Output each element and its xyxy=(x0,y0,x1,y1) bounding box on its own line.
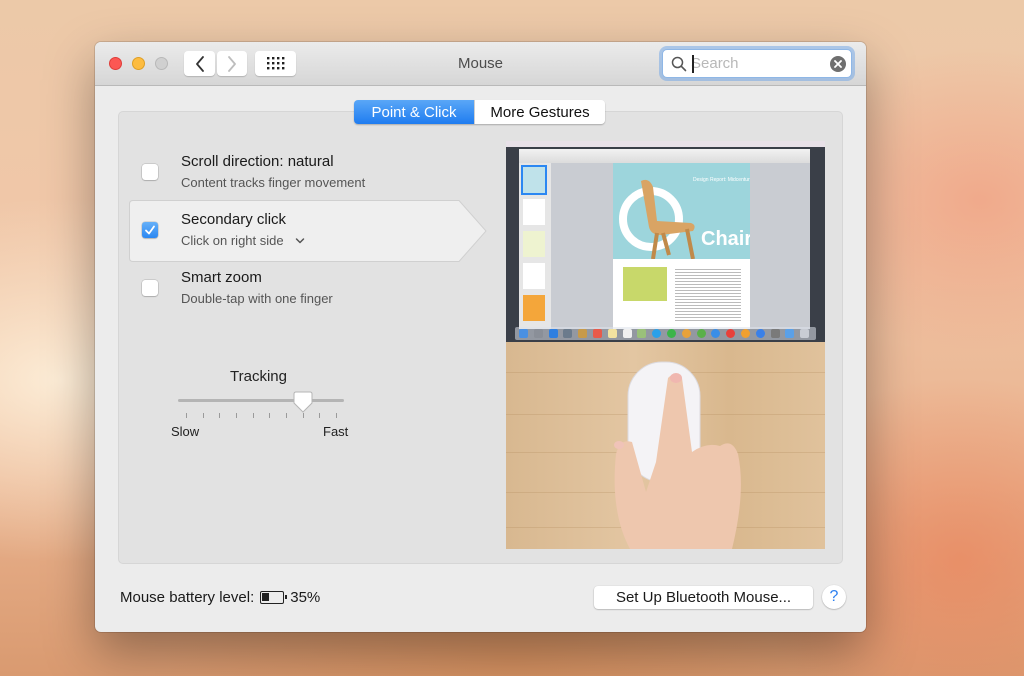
title-bar[interactable]: Mouse xyxy=(95,42,866,86)
tracking-fast-label: Fast xyxy=(323,424,349,439)
secondary-click-checkbox[interactable] xyxy=(142,222,158,238)
preview-menubar xyxy=(506,141,825,147)
thumbnail xyxy=(521,165,547,195)
battery-label: Mouse battery level: xyxy=(120,589,255,606)
tracking-slider-thumb[interactable] xyxy=(293,391,313,413)
dock-icon xyxy=(785,329,795,338)
option-scroll-direction[interactable]: Scroll direction: natural Content tracks… xyxy=(130,142,490,200)
dock-icon xyxy=(755,329,765,338)
preview-pages-window: Chairs Design Report: Midcentury Icons xyxy=(519,149,810,329)
option-subtitle: Click on right side xyxy=(181,233,284,248)
dock-icon xyxy=(622,329,632,338)
dock-icon xyxy=(637,329,647,338)
text-caret xyxy=(692,55,694,73)
battery-icon xyxy=(260,591,288,604)
tab-more-gestures[interactable]: More Gestures xyxy=(474,100,605,124)
dock-icon xyxy=(548,329,558,338)
document-heading: Design Report: Midcentury Icons xyxy=(693,177,750,183)
tracking-label: Tracking xyxy=(230,368,287,385)
thumbnail xyxy=(523,199,545,225)
dock-icon xyxy=(681,329,691,338)
hero-text: Chairs xyxy=(701,228,750,250)
dock-icon xyxy=(593,329,602,338)
option-title: Secondary click xyxy=(181,211,287,228)
preview-dock xyxy=(515,327,816,340)
tab-point-and-click[interactable]: Point & Click xyxy=(354,100,474,124)
thumbnail xyxy=(523,295,545,321)
dock-icon xyxy=(770,329,780,338)
dock-icon xyxy=(726,329,736,338)
gesture-preview-video: Chairs Design Report: Midcentury Icons xyxy=(506,141,825,549)
smart-zoom-checkbox[interactable] xyxy=(142,280,158,296)
dock-icon xyxy=(800,329,810,338)
clear-search-button[interactable] xyxy=(830,56,846,72)
setup-bluetooth-mouse-button[interactable]: Set Up Bluetooth Mouse... xyxy=(594,586,813,609)
battery-percent: 35% xyxy=(290,589,321,606)
slider-tick xyxy=(186,413,187,418)
chair-illustration: Chairs Design Report: Midcentury Icons xyxy=(619,177,766,260)
slider-tick xyxy=(202,413,204,418)
mouse-preferences-window: Mouse Point & Click More Gestures Scroll… xyxy=(95,42,866,632)
settings-panel: Scroll direction: natural Content tracks… xyxy=(118,111,843,564)
dock-icon xyxy=(563,329,573,338)
battery-status: Mouse battery level: 35% xyxy=(120,589,320,606)
chevron-down-icon xyxy=(295,238,305,244)
preview-screen: Chairs Design Report: Midcentury Icons xyxy=(506,141,825,342)
dock-icon xyxy=(533,329,543,338)
preview-toolbar xyxy=(519,149,810,163)
slider-tick xyxy=(252,413,254,418)
dock-icon xyxy=(696,329,706,338)
search-icon xyxy=(671,56,687,72)
tracking-slow-label: Slow xyxy=(171,424,200,439)
option-title: Scroll direction: natural xyxy=(181,153,334,170)
battery-nub xyxy=(285,595,288,599)
option-subtitle: Content tracks finger movement xyxy=(181,175,366,190)
preview-page-thumbnails xyxy=(519,163,551,329)
search-input[interactable] xyxy=(691,53,821,74)
dock-icon xyxy=(578,329,588,338)
option-secondary-click[interactable]: Secondary click Click on right side xyxy=(130,200,490,258)
dock-icon xyxy=(652,329,662,338)
slider-tick xyxy=(302,413,304,418)
preview-desk xyxy=(506,342,825,549)
tab-bar: Point & Click More Gestures xyxy=(354,100,605,124)
preview-body-text xyxy=(675,267,741,323)
preview-photo xyxy=(623,267,667,301)
option-subtitle: Double-tap with one finger xyxy=(181,291,333,306)
secondary-click-dropdown[interactable]: Click on right side xyxy=(181,233,305,248)
slider-tick xyxy=(336,413,337,418)
help-button[interactable]: ? xyxy=(822,585,846,609)
preview-document-page: Chairs Design Report: Midcentury Icons xyxy=(613,163,766,329)
dock-icon xyxy=(519,329,528,338)
dock-icon xyxy=(741,329,750,338)
battery-fill xyxy=(262,593,270,601)
checkmark-icon xyxy=(145,225,155,235)
hand-on-mouse-illustration xyxy=(614,361,741,549)
option-smart-zoom[interactable]: Smart zoom Double-tap with one finger xyxy=(130,258,490,316)
slider-tick xyxy=(236,413,237,418)
clear-icon xyxy=(834,60,842,68)
scroll-direction-checkbox[interactable] xyxy=(142,164,158,180)
slider-tick xyxy=(219,413,221,418)
thumbnail xyxy=(523,263,545,289)
slider-tick xyxy=(319,413,321,418)
tracking-slider-track[interactable] xyxy=(178,399,344,402)
dock-icon xyxy=(711,329,721,338)
thumbnail xyxy=(523,231,545,257)
dock-icon xyxy=(607,329,617,338)
slider-tick xyxy=(286,413,287,418)
slider-tick xyxy=(269,413,271,418)
option-title: Smart zoom xyxy=(181,269,262,286)
dock-icon xyxy=(667,329,676,338)
preview-hero: Chairs Design Report: Midcentury Icons xyxy=(613,163,766,260)
search-field[interactable] xyxy=(662,49,852,78)
